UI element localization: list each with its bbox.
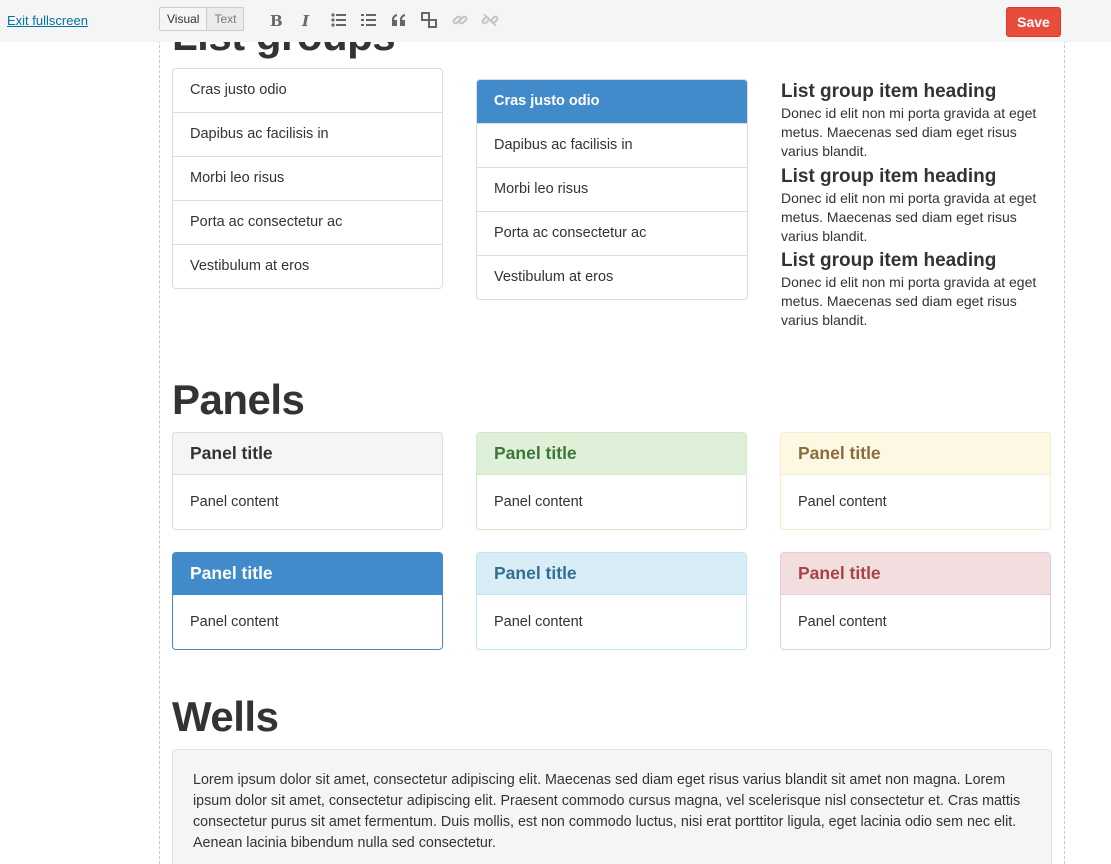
editor-content[interactable]: List groups Cras justo odio Dapibus ac f… <box>172 0 1052 864</box>
insert-more-icon[interactable] <box>418 9 440 31</box>
wells-heading: Wells <box>172 693 279 740</box>
fullscreen-toolbar: Exit fullscreen Visual Text B I Save <box>0 0 1111 42</box>
panel-title: Panel title <box>477 553 746 595</box>
link-icon[interactable] <box>449 9 471 31</box>
list-item: Cras justo odio <box>190 82 287 98</box>
list-item-active[interactable]: Cras justo odio <box>477 80 747 123</box>
exit-fullscreen-link[interactable]: Exit fullscreen <box>7 13 88 28</box>
list-item: Dapibus ac facilisis in <box>173 112 442 156</box>
list-item: Porta ac consectetur ac <box>173 200 442 244</box>
well: Lorem ipsum dolor sit amet, consectetur … <box>172 749 1052 864</box>
custom-list-item: List group item heading Donec id elit no… <box>781 165 1046 246</box>
list-item-text: Donec id elit non mi porta gravida at eg… <box>781 274 1037 328</box>
list-item-link[interactable]: Dapibus ac facilisis in <box>477 123 747 167</box>
panel-title: Panel title <box>781 553 1050 595</box>
unlink-icon[interactable] <box>479 9 501 31</box>
editor-canvas[interactable]: List groups Cras justo odio Dapibus ac f… <box>159 0 1065 864</box>
panel-content: Panel content <box>798 494 887 510</box>
panel-content: Panel content <box>190 614 279 630</box>
editor-mode-tabs: Visual Text <box>159 7 245 31</box>
save-button[interactable]: Save <box>1006 7 1061 37</box>
tab-text[interactable]: Text <box>206 7 245 31</box>
list-item: Morbi leo risus <box>173 156 442 200</box>
list-item-heading: List group item heading <box>781 166 997 187</box>
list-item-text: Donec id elit non mi porta gravida at eg… <box>781 105 1037 159</box>
bullet-list-icon[interactable] <box>328 9 350 31</box>
list-item: Vestibulum at eros <box>173 244 442 288</box>
basic-list-group: Cras justo odio Dapibus ac facilisis in … <box>172 68 443 289</box>
panel-title: Panel title <box>173 433 442 475</box>
svg-text:I: I <box>301 13 310 28</box>
blockquote-icon[interactable] <box>388 9 410 31</box>
panel-info: Panel title Panel content <box>476 552 747 650</box>
well-text: Lorem ipsum dolor sit amet, consectetur … <box>193 772 1021 851</box>
panel-content: Panel content <box>190 494 279 510</box>
list-item-heading: List group item heading <box>781 81 997 102</box>
panel-content: Panel content <box>798 614 887 630</box>
panel-title: Panel title <box>477 433 746 475</box>
bold-icon[interactable]: B <box>265 9 287 31</box>
panels-heading: Panels <box>172 376 305 423</box>
custom-list-item: List group item heading Donec id elit no… <box>781 80 1046 161</box>
panel-title: Panel title <box>173 553 442 595</box>
numbered-list-icon[interactable] <box>358 9 380 31</box>
panel-content: Panel content <box>494 614 583 630</box>
list-item-link[interactable]: Porta ac consectetur ac <box>477 211 747 255</box>
panel-content: Panel content <box>494 494 583 510</box>
panel-success: Panel title Panel content <box>476 432 747 530</box>
panel-title: Panel title <box>781 433 1050 475</box>
list-item-link[interactable]: Vestibulum at eros <box>477 255 747 299</box>
list-item-heading: List group item heading <box>781 250 997 271</box>
custom-list-item: List group item heading Donec id elit no… <box>781 249 1046 330</box>
panel-primary: Panel title Panel content <box>172 552 443 650</box>
list-item-link[interactable]: Morbi leo risus <box>477 167 747 211</box>
list-item-text: Donec id elit non mi porta gravida at eg… <box>781 190 1037 244</box>
panel-warning: Panel title Panel content <box>780 432 1051 530</box>
tab-visual[interactable]: Visual <box>159 7 207 31</box>
svg-text:B: B <box>270 13 283 28</box>
panel-danger: Panel title Panel content <box>780 552 1051 650</box>
italic-icon[interactable]: I <box>296 9 318 31</box>
panel-default: Panel title Panel content <box>172 432 443 530</box>
linked-list-group: Cras justo odio Dapibus ac facilisis in … <box>476 79 748 300</box>
